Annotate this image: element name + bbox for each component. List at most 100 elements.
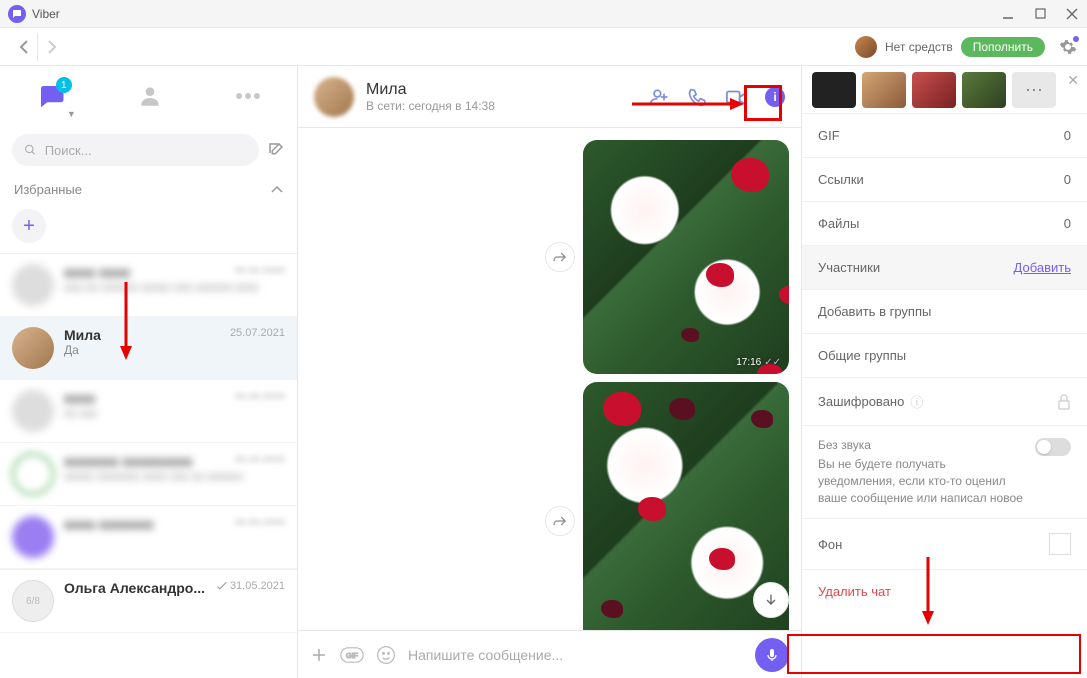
background-label: Фон xyxy=(818,537,842,552)
chat-item[interactable]: xxxxxx xxx xx.xx.xxxx xyxy=(0,380,297,443)
chat-preview: xxx-xx xxxxxx xxxxx xxx xxxxxx xxxx xyxy=(64,280,285,294)
media-thumb[interactable] xyxy=(962,72,1006,108)
participants-label: Участники xyxy=(818,260,880,275)
chat-avatar xyxy=(12,390,54,432)
add-favorite-button[interactable]: + xyxy=(12,209,46,243)
chat-date: xx.xx.xxxx xyxy=(235,516,285,528)
chat-item[interactable]: 6/8 Ольга Александро... 31.05.2021 xyxy=(0,569,297,633)
gif-count: 0 xyxy=(1064,128,1071,143)
files-label: Файлы xyxy=(818,216,859,231)
chat-item[interactable]: xxxxxxx xxxxxxxxxxxxxx xxxxxxx xxxx xxx … xyxy=(0,443,297,506)
voice-message-button[interactable] xyxy=(755,638,789,672)
annotation-info-highlight xyxy=(744,85,782,121)
info-links-row[interactable]: Ссылки 0 xyxy=(802,158,1087,202)
window-maximize-icon[interactable] xyxy=(1033,7,1047,21)
info-participants-row[interactable]: Участники Добавить xyxy=(802,246,1087,290)
chat-date: 31.05.2021 xyxy=(217,580,285,592)
info-common-groups-row[interactable]: Общие группы xyxy=(802,334,1087,378)
chat-item[interactable]: xxxx xxxxxxx-xx xxxxxx xxxxx xxx xxxxxx … xyxy=(0,254,297,317)
mute-desc: Вы не будете получать уведомления, если … xyxy=(818,456,1025,506)
mute-toggle[interactable] xyxy=(1035,438,1071,456)
svg-text:GIF: GIF xyxy=(346,651,359,660)
add-participant-link[interactable]: Добавить xyxy=(1014,260,1071,275)
add-groups-label: Добавить в группы xyxy=(818,304,931,319)
chat-avatar xyxy=(12,264,54,306)
delete-chat-button[interactable]: Удалить чат xyxy=(802,570,1087,613)
annotation-arrow-sidebar xyxy=(118,280,134,360)
chat-avatar: 6/8 xyxy=(12,580,54,622)
mute-title: Без звука xyxy=(818,438,1025,452)
forward-button[interactable] xyxy=(545,242,575,272)
forward-button[interactable] xyxy=(545,506,575,536)
info-add-groups-row[interactable]: Добавить в группы xyxy=(802,290,1087,334)
annotation-delete-highlight xyxy=(787,634,1081,674)
topbar: Нет средств Пополнить xyxy=(0,28,1087,66)
tab-contacts[interactable] xyxy=(137,83,163,109)
info-gif-row[interactable]: GIF 0 xyxy=(802,114,1087,158)
window-close-icon[interactable] xyxy=(1065,7,1079,21)
user-avatar[interactable] xyxy=(855,36,877,58)
background-swatch[interactable] xyxy=(1049,533,1071,555)
common-groups-label: Общие группы xyxy=(818,348,906,363)
chat-preview: xxxxx xxxxxxx xxxx xxx xx xxxxxx xyxy=(64,469,285,483)
files-count: 0 xyxy=(1064,216,1071,231)
nav-forward-button[interactable] xyxy=(38,33,66,61)
delete-chat-label: Удалить чат xyxy=(818,584,891,599)
contact-status: В сети: сегодня в 14:38 xyxy=(366,99,495,113)
chevron-up-icon xyxy=(271,186,283,194)
message-time: 17:16✓✓ xyxy=(736,357,781,368)
chat-date: xx.xx.xxxx xyxy=(235,453,285,465)
encrypted-label: Зашифровано xyxy=(818,394,904,409)
media-more[interactable]: ⋯ xyxy=(1012,72,1056,108)
chat-list: xxxx xxxxxxx-xx xxxxxx xxxxx xxx xxxxxx … xyxy=(0,253,297,678)
message-composer: GIF xyxy=(298,630,801,678)
lock-icon xyxy=(1057,394,1071,410)
nav-back-button[interactable] xyxy=(10,33,38,61)
media-thumb[interactable] xyxy=(812,72,856,108)
info-encrypted-row[interactable]: Зашифровано ⓘ xyxy=(802,378,1087,426)
gif-label: GIF xyxy=(818,128,840,143)
balance-label: Нет средств xyxy=(885,40,953,54)
info-icon: ⓘ xyxy=(910,392,923,411)
chat-item[interactable]: xxxx xxxxxxx xx.xx.xxxx xyxy=(0,506,297,569)
chat-item-selected[interactable]: МилаДа 25.07.2021 xyxy=(0,317,297,380)
info-files-row[interactable]: Файлы 0 xyxy=(802,202,1087,246)
app-name: Viber xyxy=(32,7,60,21)
topup-button[interactable]: Пополнить xyxy=(961,37,1045,57)
window-titlebar: Viber xyxy=(0,0,1087,28)
gif-button[interactable]: GIF xyxy=(340,646,364,664)
info-background-row[interactable]: Фон xyxy=(802,519,1087,570)
chat-date: xx.xx.xxxx xyxy=(235,390,285,402)
sticker-button[interactable] xyxy=(376,645,396,665)
close-icon[interactable]: ✕ xyxy=(1067,72,1079,89)
tab-more[interactable] xyxy=(235,92,261,100)
message-image[interactable]: 17:16✓✓ xyxy=(583,140,789,374)
chat-date: xx.xx.xxxx xyxy=(235,264,285,276)
unread-badge: 1 xyxy=(56,77,72,93)
search-input-wrap[interactable] xyxy=(12,134,259,166)
contact-avatar[interactable] xyxy=(314,77,354,117)
settings-gear-icon[interactable] xyxy=(1059,38,1077,56)
media-thumb[interactable] xyxy=(862,72,906,108)
info-panel: ⋯ ✕ GIF 0 Ссылки 0 Файлы 0 Участники Доб… xyxy=(801,66,1087,678)
media-thumbnails: ⋯ ✕ xyxy=(802,66,1087,114)
chat-avatar xyxy=(12,453,54,495)
info-mute-block: Без звука Вы не будете получать уведомле… xyxy=(802,426,1087,519)
search-input[interactable] xyxy=(45,143,247,158)
chat-panel: Мила В сети: сегодня в 14:38 i 17:16✓✓ xyxy=(298,66,801,678)
chevron-down-icon: ▼ xyxy=(67,109,76,119)
favorites-label: Избранные xyxy=(14,182,82,197)
message-area: 17:16✓✓ 17:16✓✓ xyxy=(298,128,801,630)
annotation-arrow-delete xyxy=(920,555,936,625)
favorites-header[interactable]: Избранные xyxy=(0,174,297,205)
compose-button[interactable] xyxy=(267,141,285,159)
contact-name: Мила xyxy=(366,81,495,99)
scroll-down-button[interactable] xyxy=(753,582,789,618)
attach-button[interactable] xyxy=(310,646,328,664)
links-count: 0 xyxy=(1064,172,1071,187)
tab-chats[interactable]: 1 ▼ xyxy=(36,81,66,111)
message-input[interactable] xyxy=(408,647,743,663)
media-thumb[interactable] xyxy=(912,72,956,108)
window-minimize-icon[interactable] xyxy=(1001,7,1015,21)
sidebar: 1 ▼ Избранные + xxxx xxxxxxx xyxy=(0,66,298,678)
